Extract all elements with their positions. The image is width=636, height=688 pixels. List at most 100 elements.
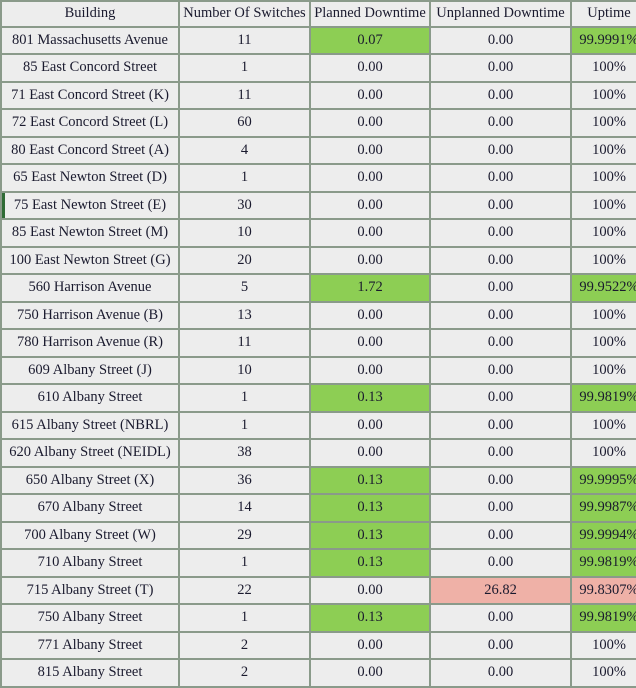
table-row[interactable]: 71 East Concord Street (K) 11 0.00 0.00 100% <box>2 82 636 108</box>
cell-unplanned-downtime: 0.00 <box>431 605 570 631</box>
cell-building: 780 Harrison Avenue (R) <box>2 330 178 356</box>
cell-planned-downtime: 0.00 <box>311 192 429 218</box>
cell-planned-downtime: 0.00 <box>311 330 429 356</box>
table-row[interactable]: 650 Albany Street (X) 36 0.13 0.00 99.9995% <box>2 467 636 493</box>
cell-uptime: 100% <box>572 247 636 273</box>
cell-number-of-switches: 1 <box>180 412 309 438</box>
table-row[interactable]: 670 Albany Street 14 0.13 0.00 99.9987% <box>2 495 636 521</box>
cell-planned-downtime: 0.00 <box>311 55 429 81</box>
cell-uptime: 99.9819% <box>572 605 636 631</box>
cell-building: 560 Harrison Avenue <box>2 275 178 301</box>
building-uptime-table: Building Number Of Switches Planned Down… <box>0 0 636 688</box>
table-header: Building Number Of Switches Planned Down… <box>2 2 636 26</box>
cell-number-of-switches: 20 <box>180 247 309 273</box>
cell-number-of-switches: 13 <box>180 302 309 328</box>
table-row[interactable]: 560 Harrison Avenue 5 1.72 0.00 99.9522% <box>2 275 636 301</box>
table-row[interactable]: 750 Harrison Avenue (B) 13 0.00 0.00 100% <box>2 302 636 328</box>
cell-uptime: 100% <box>572 55 636 81</box>
table-row[interactable]: 85 East Concord Street 1 0.00 0.00 100% <box>2 55 636 81</box>
cell-building: 65 East Newton Street (D) <box>2 165 178 191</box>
cell-building: 610 Albany Street <box>2 385 178 411</box>
cell-number-of-switches: 14 <box>180 495 309 521</box>
table-row[interactable]: 620 Albany Street (NEIDL) 38 0.00 0.00 100% <box>2 440 636 466</box>
table-row[interactable]: 750 Albany Street 1 0.13 0.00 99.9819% <box>2 605 636 631</box>
cell-uptime: 100% <box>572 110 636 136</box>
column-header-switches[interactable]: Number Of Switches <box>180 2 309 26</box>
cell-unplanned-downtime: 0.00 <box>431 82 570 108</box>
cell-unplanned-downtime: 0.00 <box>431 550 570 576</box>
cell-building: 100 East Newton Street (G) <box>2 247 178 273</box>
cell-uptime: 99.9819% <box>572 550 636 576</box>
table-row[interactable]: 100 East Newton Street (G) 20 0.00 0.00 100% <box>2 247 636 273</box>
cell-uptime: 100% <box>572 357 636 383</box>
cell-number-of-switches: 11 <box>180 82 309 108</box>
table-row[interactable]: 72 East Concord Street (L) 60 0.00 0.00 100% <box>2 110 636 136</box>
table-row[interactable]: 85 East Newton Street (M) 10 0.00 0.00 100% <box>2 220 636 246</box>
cell-unplanned-downtime: 0.00 <box>431 385 570 411</box>
column-header-unplanned-downtime[interactable]: Unplanned Downtime <box>431 2 570 26</box>
cell-uptime: 100% <box>572 330 636 356</box>
cell-number-of-switches: 1 <box>180 605 309 631</box>
column-header-uptime[interactable]: Uptime <box>572 2 636 26</box>
cell-building: 85 East Concord Street <box>2 55 178 81</box>
cell-unplanned-downtime: 0.00 <box>431 660 570 686</box>
cell-building: 615 Albany Street (NBRL) <box>2 412 178 438</box>
cell-number-of-switches: 5 <box>180 275 309 301</box>
table-row[interactable]: 610 Albany Street 1 0.13 0.00 99.9819% <box>2 385 636 411</box>
table-header-row: Building Number Of Switches Planned Down… <box>2 2 636 26</box>
cell-uptime: 100% <box>572 137 636 163</box>
cell-planned-downtime: 0.13 <box>311 522 429 548</box>
cell-unplanned-downtime: 0.00 <box>431 110 570 136</box>
table-row[interactable]: 710 Albany Street 1 0.13 0.00 99.9819% <box>2 550 636 576</box>
cell-number-of-switches: 2 <box>180 660 309 686</box>
cell-building: 801 Massachusetts Avenue <box>2 27 178 53</box>
table-row[interactable]: 80 East Concord Street (A) 4 0.00 0.00 100% <box>2 137 636 163</box>
table-row[interactable]: 609 Albany Street (J) 10 0.00 0.00 100% <box>2 357 636 383</box>
table-row[interactable]: 815 Albany Street 2 0.00 0.00 100% <box>2 660 636 686</box>
cell-building: 700 Albany Street (W) <box>2 522 178 548</box>
cell-number-of-switches: 10 <box>180 220 309 246</box>
table-row[interactable]: 771 Albany Street 2 0.00 0.00 100% <box>2 632 636 658</box>
cell-unplanned-downtime: 26.82 <box>431 577 570 603</box>
cell-building: 670 Albany Street <box>2 495 178 521</box>
cell-uptime: 99.9819% <box>572 385 636 411</box>
cell-unplanned-downtime: 0.00 <box>431 522 570 548</box>
column-header-building[interactable]: Building <box>2 2 178 26</box>
cell-uptime: 100% <box>572 192 636 218</box>
cell-building: 72 East Concord Street (L) <box>2 110 178 136</box>
cell-uptime: 99.9522% <box>572 275 636 301</box>
cell-planned-downtime: 0.00 <box>311 357 429 383</box>
cell-unplanned-downtime: 0.00 <box>431 165 570 191</box>
cell-number-of-switches: 1 <box>180 550 309 576</box>
cell-unplanned-downtime: 0.00 <box>431 220 570 246</box>
cell-uptime: 100% <box>572 632 636 658</box>
cell-unplanned-downtime: 0.00 <box>431 247 570 273</box>
cell-building: 609 Albany Street (J) <box>2 357 178 383</box>
cell-number-of-switches: 4 <box>180 137 309 163</box>
cell-unplanned-downtime: 0.00 <box>431 632 570 658</box>
table-row[interactable]: 801 Massachusetts Avenue 11 0.07 0.00 99.999… <box>2 27 636 53</box>
table-row[interactable]: 780 Harrison Avenue (R) 11 0.00 0.00 100% <box>2 330 636 356</box>
cell-uptime: 100% <box>572 660 636 686</box>
table-row[interactable]: 65 East Newton Street (D) 1 0.00 0.00 100% <box>2 165 636 191</box>
cell-number-of-switches: 1 <box>180 55 309 81</box>
table-row[interactable]: 700 Albany Street (W) 29 0.13 0.00 99.9994% <box>2 522 636 548</box>
cell-number-of-switches: 30 <box>180 192 309 218</box>
cell-number-of-switches: 2 <box>180 632 309 658</box>
table-row[interactable]: 75 East Newton Street (E) 30 0.00 0.00 100% <box>2 192 636 218</box>
cell-building: 771 Albany Street <box>2 632 178 658</box>
table-row[interactable]: 715 Albany Street (T) 22 0.00 26.82 99.8307% <box>2 577 636 603</box>
cell-uptime: 100% <box>572 165 636 191</box>
cell-uptime: 100% <box>572 440 636 466</box>
cell-planned-downtime: 1.72 <box>311 275 429 301</box>
cell-number-of-switches: 10 <box>180 357 309 383</box>
cell-building: 750 Albany Street <box>2 605 178 631</box>
cell-unplanned-downtime: 0.00 <box>431 357 570 383</box>
cell-unplanned-downtime: 0.00 <box>431 137 570 163</box>
table-row[interactable]: 615 Albany Street (NBRL) 1 0.00 0.00 100% <box>2 412 636 438</box>
cell-planned-downtime: 0.00 <box>311 110 429 136</box>
cell-planned-downtime: 0.00 <box>311 440 429 466</box>
column-header-planned-downtime[interactable]: Planned Downtime <box>311 2 429 26</box>
cell-building: 715 Albany Street (T) <box>2 577 178 603</box>
cell-building: 815 Albany Street <box>2 660 178 686</box>
